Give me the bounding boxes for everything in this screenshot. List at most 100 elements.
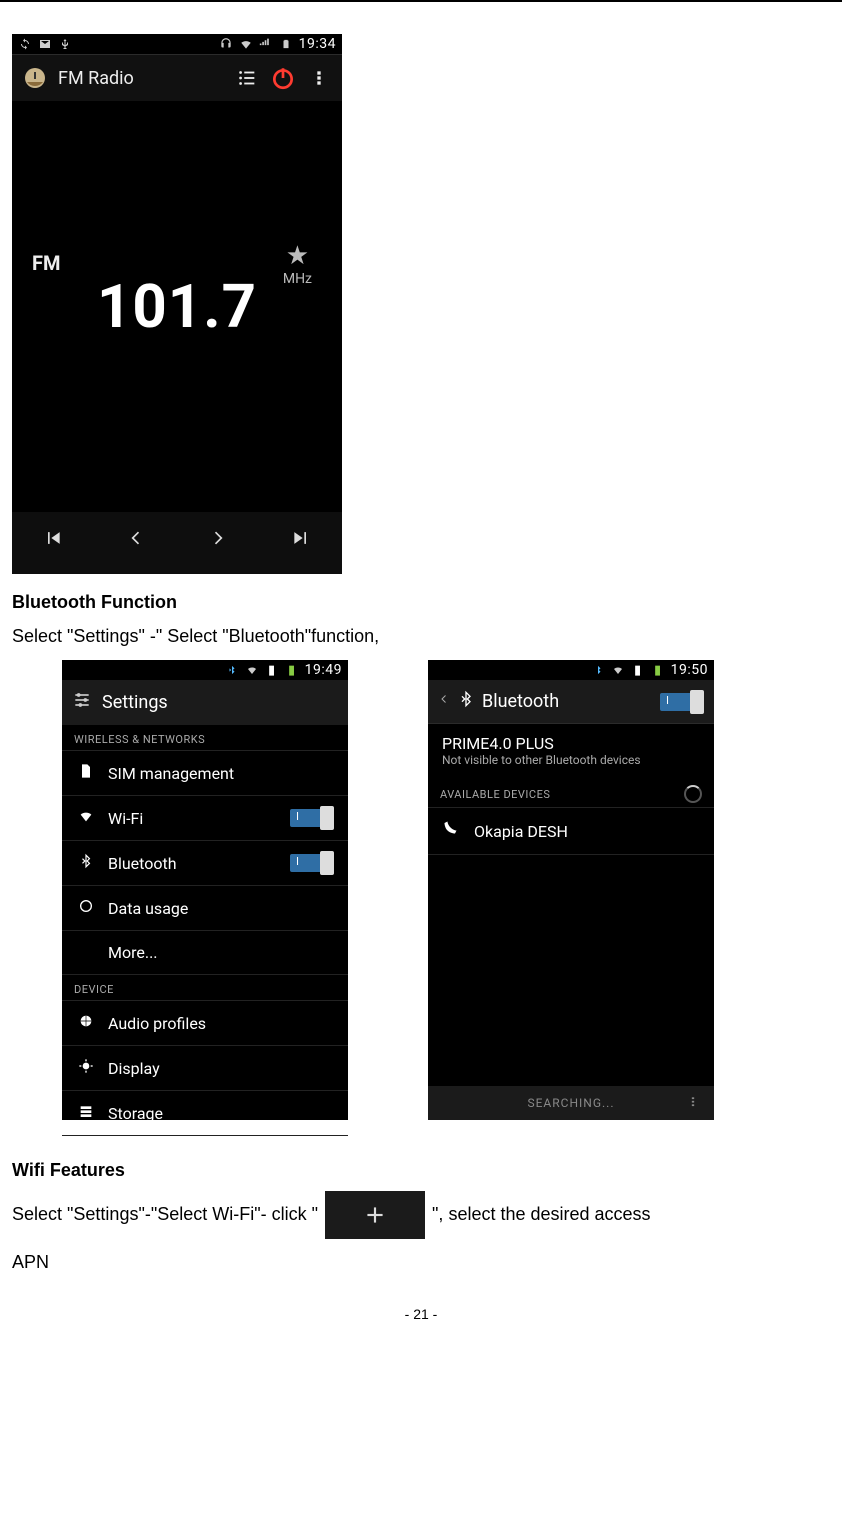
back-icon[interactable] xyxy=(438,691,450,712)
sync-icon xyxy=(18,37,32,51)
device-name-label: PRIME4.0 PLUS xyxy=(442,734,700,753)
favorite-button[interactable]: ★ MHz xyxy=(283,241,312,287)
seek-last-button[interactable] xyxy=(291,528,311,554)
settings-icon xyxy=(72,690,92,715)
fm-radio-screenshot: 19:34 FM Radio FM 101.7 ★ MHz xyxy=(12,34,342,574)
mail-icon xyxy=(38,37,52,51)
searching-label: SEARCHING... xyxy=(527,1096,614,1110)
status-bar: ▮ ▮ 19:50 xyxy=(428,660,714,680)
list-item-label: More... xyxy=(108,943,334,962)
display-icon xyxy=(76,1058,96,1078)
signal-icon: ▮ xyxy=(265,663,279,677)
fm-app-icon xyxy=(22,65,48,91)
device-visibility-label: Not visible to other Bluetooth devices xyxy=(442,753,700,767)
wifi-text-pre: Select "Settings"-"Select Wi-Fi"- click … xyxy=(12,1204,318,1224)
section-label-device: DEVICE xyxy=(62,975,348,1001)
list-icon[interactable] xyxy=(234,65,260,91)
heading-wifi: Wifi Features xyxy=(12,1160,830,1181)
wifi-text-post: ", select the desired access xyxy=(432,1204,651,1224)
list-item-label: Storage xyxy=(108,1104,334,1123)
list-item-label: Wi-Fi xyxy=(108,809,278,828)
wifi-icon xyxy=(245,663,259,677)
star-icon: ★ xyxy=(283,241,312,271)
data-usage-item[interactable]: Data usage xyxy=(62,886,348,931)
menu-overflow-icon[interactable] xyxy=(686,1094,700,1113)
paragraph-bluetooth: Select "Settings" -" Select "Bluetooth"f… xyxy=(12,623,830,650)
audio-profiles-item[interactable]: Audio profiles xyxy=(62,1001,348,1046)
storage-icon xyxy=(76,1103,96,1123)
loading-spinner-icon xyxy=(684,785,702,803)
section-available-devices: AVAILABLE DEVICES xyxy=(428,777,714,808)
fm-unit-label: MHz xyxy=(283,271,312,287)
page-number: - 21 - xyxy=(12,1306,830,1322)
usb-icon xyxy=(58,37,72,51)
seek-next-button[interactable] xyxy=(208,528,228,554)
list-item-label: Bluetooth xyxy=(108,854,278,873)
bluetooth-icon xyxy=(458,690,474,713)
audio-icon xyxy=(76,1013,96,1033)
section-label-text: AVAILABLE DEVICES xyxy=(440,788,684,801)
battery-icon xyxy=(279,37,293,51)
power-icon[interactable] xyxy=(270,65,296,91)
status-bar: 19:34 xyxy=(12,34,342,54)
list-item-label: Display xyxy=(108,1059,334,1078)
bluetooth-screenshot: ▮ ▮ 19:50 Bluetooth I PRIME4.0 PLUS Not … xyxy=(428,660,714,1120)
wifi-icon xyxy=(239,37,253,51)
storage-item[interactable]: Storage xyxy=(62,1091,348,1136)
wifi-toggle[interactable]: I xyxy=(290,809,334,827)
found-device-item[interactable]: Okapia DESH xyxy=(428,808,714,855)
add-network-button[interactable] xyxy=(325,1191,425,1239)
more-item[interactable]: More... xyxy=(62,931,348,975)
bluetooth-footer: SEARCHING... xyxy=(428,1086,714,1120)
bluetooth-toggle[interactable]: I xyxy=(290,854,334,872)
list-item-label: SIM management xyxy=(108,764,334,783)
paragraph-wifi: Select "Settings"-"Select Wi-Fi"- click … xyxy=(12,1191,830,1239)
settings-title: Settings xyxy=(102,692,168,713)
display-item[interactable]: Display xyxy=(62,1046,348,1091)
bluetooth-item[interactable]: Bluetooth I xyxy=(62,841,348,886)
signal-icon: ▮ xyxy=(631,663,645,677)
seek-prev-button[interactable] xyxy=(126,528,146,554)
battery-icon: ▮ xyxy=(651,663,665,677)
signal-icon xyxy=(259,37,273,51)
list-item-label: Data usage xyxy=(108,899,334,918)
fm-display: FM 101.7 ★ MHz xyxy=(12,101,342,512)
settings-screenshot: ▮ ▮ 19:49 Settings WIRELESS & NETWORKS S… xyxy=(62,660,348,1120)
bluetooth-title: Bluetooth xyxy=(482,691,652,712)
clock-text: 19:50 xyxy=(671,662,708,678)
clock-text: 19:34 xyxy=(299,36,336,52)
fm-band-label: FM xyxy=(32,251,61,275)
bluetooth-screenshots-row: ▮ ▮ 19:49 Settings WIRELESS & NETWORKS S… xyxy=(62,660,830,1120)
wifi-item[interactable]: Wi-Fi I xyxy=(62,796,348,841)
empty-space xyxy=(428,855,714,1055)
fm-app-title: FM Radio xyxy=(58,68,224,89)
bluetooth-status-icon xyxy=(225,663,239,677)
battery-icon: ▮ xyxy=(285,663,299,677)
seek-first-button[interactable] xyxy=(43,528,63,554)
apn-line: APN xyxy=(12,1249,830,1276)
bluetooth-icon xyxy=(76,853,96,873)
settings-header: Settings xyxy=(62,680,348,725)
fm-app-header: FM Radio xyxy=(12,54,342,101)
clock-text: 19:49 xyxy=(305,662,342,678)
sim-icon xyxy=(76,763,96,783)
fm-playback-controls xyxy=(12,512,342,574)
sim-management-item[interactable]: SIM management xyxy=(62,751,348,796)
wifi-icon xyxy=(611,663,625,677)
phone-device-icon xyxy=(442,820,462,842)
headphones-icon xyxy=(219,37,233,51)
heading-bluetooth: Bluetooth Function xyxy=(12,592,830,613)
wifi-icon xyxy=(76,808,96,828)
found-device-label: Okapia DESH xyxy=(474,822,700,841)
bluetooth-header: Bluetooth I xyxy=(428,680,714,723)
status-bar: ▮ ▮ 19:49 xyxy=(62,660,348,680)
list-item-label: Audio profiles xyxy=(108,1014,334,1033)
own-device-item[interactable]: PRIME4.0 PLUS Not visible to other Bluet… xyxy=(428,723,714,777)
fm-frequency: 101.7 xyxy=(97,271,257,342)
bluetooth-toggle[interactable]: I xyxy=(660,693,704,711)
document-page: 19:34 FM Radio FM 101.7 ★ MHz xyxy=(0,0,842,1342)
menu-overflow-icon[interactable] xyxy=(306,65,332,91)
bluetooth-status-icon xyxy=(591,663,605,677)
data-usage-icon xyxy=(76,898,96,918)
section-label-wireless: WIRELESS & NETWORKS xyxy=(62,725,348,751)
